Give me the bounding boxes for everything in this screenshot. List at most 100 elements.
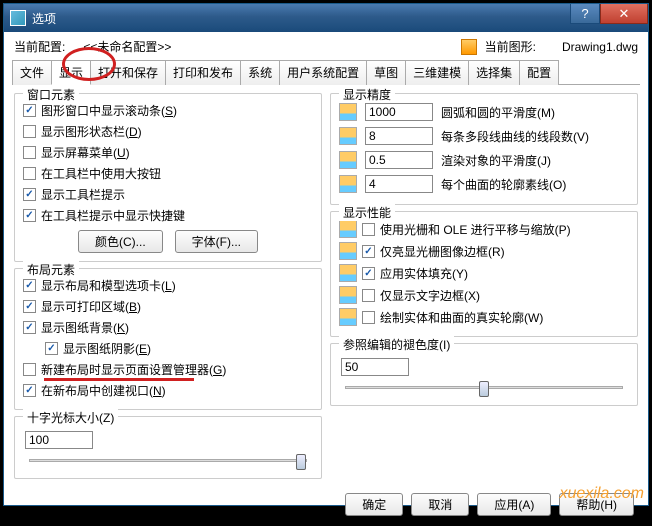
drawing-icon <box>339 127 357 145</box>
checkbox[interactable] <box>23 167 36 180</box>
we-row-4[interactable]: 显示工具栏提示 <box>23 184 313 205</box>
checkbox-label: 显示布局和模型选项卡(L) <box>41 277 176 294</box>
refedit-value[interactable]: 50 <box>341 358 409 376</box>
precision-row-2: 0.5渲染对象的平滑度(J) <box>339 148 629 172</box>
titlebar: 选项 ? ✕ <box>4 4 648 32</box>
current-drawing-label: 当前图形: <box>485 38 536 55</box>
cancel-button[interactable]: 取消 <box>411 493 469 516</box>
precision-input-0[interactable]: 1000 <box>365 103 433 121</box>
we-row-0[interactable]: 图形窗口中显示滚动条(S) <box>23 100 313 121</box>
tab-2[interactable]: 打开和保存 <box>90 60 166 85</box>
tab-1[interactable]: 显示 <box>51 60 91 85</box>
checkbox-label: 在新布局中创建视口(N) <box>41 382 166 399</box>
we-row-3[interactable]: 在工具栏中使用大按钮 <box>23 163 313 184</box>
checkbox[interactable] <box>23 125 36 138</box>
precision-input-3[interactable]: 4 <box>365 175 433 193</box>
le-row-1[interactable]: 显示可打印区域(B) <box>23 296 313 317</box>
le-row-0[interactable]: 显示布局和模型选项卡(L) <box>23 275 313 296</box>
slider-thumb[interactable] <box>296 454 306 470</box>
precision-input-2[interactable]: 0.5 <box>365 151 433 169</box>
precision-row-0: 1000 圆弧和圆的平滑度(M) <box>339 100 629 124</box>
checkbox-label: 在工具栏提示中显示快捷键 <box>41 207 185 224</box>
checkbox-label: 图形窗口中显示滚动条(S) <box>41 102 177 119</box>
checkbox[interactable] <box>362 267 375 280</box>
apply-button[interactable]: 应用(A) <box>477 493 551 516</box>
group-title-crosshair: 十字光标大小(Z) <box>23 409 118 426</box>
checkbox[interactable] <box>362 223 375 236</box>
we-row-2[interactable]: 显示屏幕菜单(U) <box>23 142 313 163</box>
slider-thumb[interactable] <box>479 381 489 397</box>
close-button[interactable]: ✕ <box>600 4 648 24</box>
checkbox[interactable] <box>23 363 36 376</box>
checkbox[interactable] <box>23 209 36 222</box>
header-row: 当前配置: <<未命名配置>> 当前图形: Drawing1.dwg <box>4 32 648 59</box>
le-row-4[interactable]: 新建布局时显示页面设置管理器(G) <box>23 359 313 380</box>
checkbox[interactable] <box>23 300 36 313</box>
le-row-5[interactable]: 在新布局中创建视口(N) <box>23 380 313 401</box>
color-button[interactable]: 颜色(C)... <box>78 230 163 253</box>
checkbox[interactable] <box>23 384 36 397</box>
window-title: 选项 <box>32 10 56 27</box>
checkbox-label: 显示图纸阴影(E) <box>63 340 151 357</box>
perf-row-2[interactable]: 应用实体填充(Y) <box>339 262 629 284</box>
tab-7[interactable]: 三维建模 <box>405 60 469 85</box>
group-window-elements: 窗口元素 图形窗口中显示滚动条(S)显示图形状态栏(D)显示屏幕菜单(U)在工具… <box>14 93 322 262</box>
precision-label: 每个曲面的轮廓素线(O) <box>441 176 566 193</box>
le-row-2[interactable]: 显示图纸背景(K) <box>23 317 313 338</box>
drawing-icon <box>339 220 357 238</box>
tab-3[interactable]: 打印和发布 <box>165 60 241 85</box>
checkbox[interactable] <box>23 104 36 117</box>
checkbox-label: 绘制实体和曲面的真实轮廓(W) <box>380 309 543 326</box>
checkbox-label: 新建布局时显示页面设置管理器(G) <box>41 361 226 378</box>
font-button[interactable]: 字体(F)... <box>175 230 258 253</box>
perf-row-3[interactable]: 仅显示文字边框(X) <box>339 284 629 306</box>
precision-row-3: 4 每个曲面的轮廓素线(O) <box>339 172 629 196</box>
ok-button[interactable]: 确定 <box>345 493 403 516</box>
checkbox[interactable] <box>23 279 36 292</box>
checkbox[interactable] <box>23 321 36 334</box>
refedit-slider[interactable] <box>345 386 623 389</box>
checkbox-label: 显示可打印区域(B) <box>41 298 141 315</box>
crosshair-value[interactable]: 100 <box>25 431 93 449</box>
checkbox-label: 仅亮显光栅图像边框(R) <box>380 243 505 260</box>
crosshair-slider[interactable] <box>29 459 307 462</box>
precision-label: 每条多段线曲线的线段数(V) <box>441 128 589 145</box>
precision-label: 圆弧和圆的平滑度(M) <box>441 104 555 121</box>
annotation-underline <box>44 378 194 381</box>
perf-row-1[interactable]: 仅亮显光栅图像边框(R) <box>339 240 629 262</box>
drawing-name: Drawing1.dwg <box>562 40 638 54</box>
group-ref-edit: 参照编辑的褪色度(I) 50 <box>330 343 638 406</box>
tab-6[interactable]: 草图 <box>366 60 406 85</box>
current-profile-label: 当前配置: <box>14 38 65 55</box>
we-row-5[interactable]: 在工具栏提示中显示快捷键 <box>23 205 313 226</box>
group-crosshair: 十字光标大小(Z) 100 <box>14 416 322 479</box>
precision-input-1[interactable]: 8 <box>365 127 433 145</box>
help-button[interactable]: ? <box>570 4 600 24</box>
perf-row-4[interactable]: 绘制实体和曲面的真实轮廓(W) <box>339 306 629 328</box>
checkbox[interactable] <box>362 311 375 324</box>
checkbox[interactable] <box>45 342 58 355</box>
we-row-1[interactable]: 显示图形状态栏(D) <box>23 121 313 142</box>
app-icon <box>10 10 26 26</box>
checkbox[interactable] <box>362 289 375 302</box>
group-title-precision: 显示精度 <box>339 86 395 103</box>
tab-5[interactable]: 用户系统配置 <box>279 60 367 85</box>
watermark: xuexila.com <box>560 485 644 503</box>
tab-4[interactable]: 系统 <box>240 60 280 85</box>
drawing-icon <box>339 242 357 260</box>
perf-row-0[interactable]: 使用光栅和 OLE 进行平移与缩放(P) <box>339 218 629 240</box>
checkbox[interactable] <box>23 146 36 159</box>
tab-8[interactable]: 选择集 <box>468 60 520 85</box>
drawing-icon <box>461 39 477 55</box>
tab-9[interactable]: 配置 <box>519 60 559 85</box>
drawing-icon <box>339 151 357 169</box>
checkbox-label: 显示图纸背景(K) <box>41 319 129 336</box>
drawing-icon <box>339 264 357 282</box>
checkbox[interactable] <box>362 245 375 258</box>
group-layout-elements: 布局元素 显示布局和模型选项卡(L)显示可打印区域(B)显示图纸背景(K)显示图… <box>14 268 322 410</box>
le-row-3[interactable]: 显示图纸阴影(E) <box>23 338 313 359</box>
tab-0[interactable]: 文件 <box>12 60 52 85</box>
drawing-icon <box>339 103 357 121</box>
precision-row-1: 8 每条多段线曲线的线段数(V) <box>339 124 629 148</box>
checkbox[interactable] <box>23 188 36 201</box>
